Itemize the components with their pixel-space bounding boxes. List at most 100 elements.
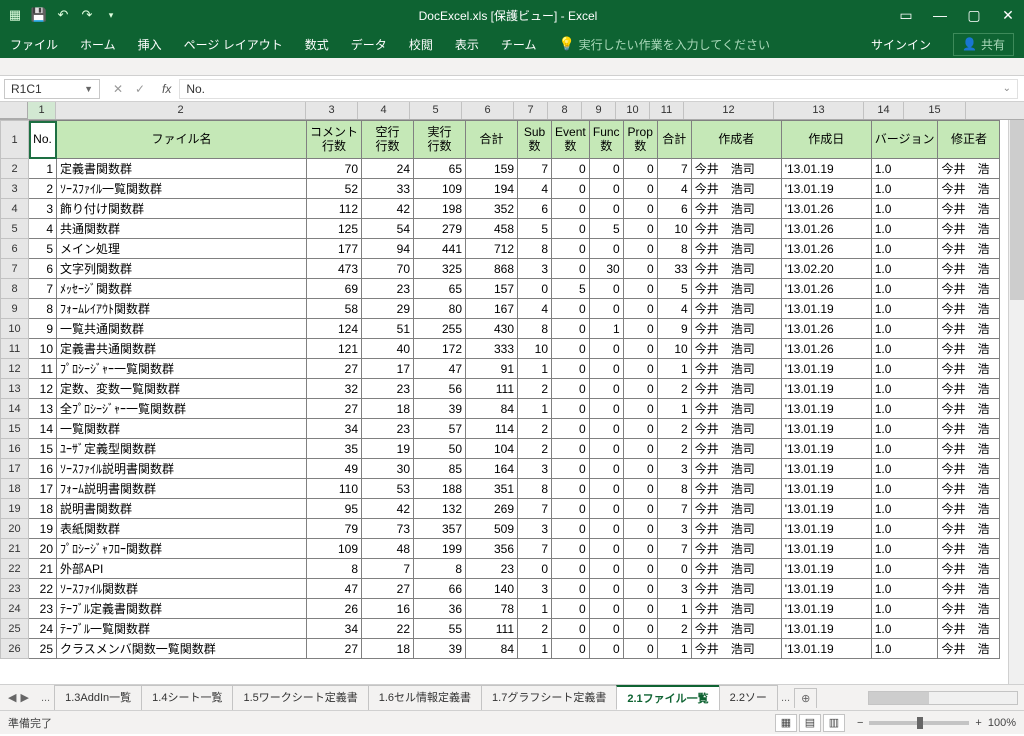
- cell[interactable]: 0: [552, 199, 590, 219]
- cell[interactable]: 8: [657, 479, 691, 499]
- cell[interactable]: 0: [589, 619, 623, 639]
- formula-expand-icon[interactable]: ⌄: [1003, 83, 1011, 94]
- column-header[interactable]: 2: [56, 102, 306, 119]
- cell[interactable]: '13.01.19: [781, 359, 871, 379]
- cell[interactable]: 今井 浩: [938, 439, 1000, 459]
- cell[interactable]: 56: [414, 379, 466, 399]
- cell[interactable]: 109: [414, 179, 466, 199]
- cell[interactable]: 1.0: [871, 519, 938, 539]
- column-header[interactable]: 5: [410, 102, 462, 119]
- cell[interactable]: 1.0: [871, 619, 938, 639]
- cell[interactable]: 0: [623, 319, 657, 339]
- cell[interactable]: 8: [518, 479, 552, 499]
- cell[interactable]: 0: [552, 379, 590, 399]
- cell[interactable]: 125: [307, 219, 362, 239]
- cell[interactable]: 84: [466, 399, 518, 419]
- cell[interactable]: 説明書関数群: [57, 499, 307, 519]
- cell[interactable]: 1.0: [871, 459, 938, 479]
- header-cell[interactable]: バージョン: [871, 121, 938, 159]
- cell[interactable]: 65: [414, 279, 466, 299]
- row-header[interactable]: 22: [1, 559, 29, 579]
- cell[interactable]: 0: [623, 179, 657, 199]
- cell[interactable]: '13.01.19: [781, 559, 871, 579]
- cell[interactable]: 73: [362, 519, 414, 539]
- cell[interactable]: 0: [552, 239, 590, 259]
- column-header[interactable]: 3: [306, 102, 358, 119]
- cell[interactable]: 0: [623, 259, 657, 279]
- cell[interactable]: 2: [657, 439, 691, 459]
- cell[interactable]: 7: [362, 559, 414, 579]
- cell[interactable]: 14: [29, 419, 57, 439]
- tab-insert[interactable]: 挿入: [138, 36, 162, 53]
- cell[interactable]: 飾り付け関数群: [57, 199, 307, 219]
- cell[interactable]: 共通関数群: [57, 219, 307, 239]
- cell[interactable]: 30: [589, 259, 623, 279]
- cell[interactable]: 32: [307, 379, 362, 399]
- cell[interactable]: 今井 浩: [938, 479, 1000, 499]
- cell[interactable]: 1.0: [871, 319, 938, 339]
- cell[interactable]: 23: [466, 559, 518, 579]
- cell[interactable]: 今井 浩司: [691, 339, 781, 359]
- cell[interactable]: 今井 浩: [938, 619, 1000, 639]
- cell[interactable]: 188: [414, 479, 466, 499]
- sheet-tab[interactable]: 2.2ソー: [719, 685, 778, 710]
- cell[interactable]: 今井 浩: [938, 179, 1000, 199]
- cell[interactable]: 52: [307, 179, 362, 199]
- cell[interactable]: 2: [657, 379, 691, 399]
- cell[interactable]: 30: [362, 459, 414, 479]
- cell[interactable]: 4: [518, 299, 552, 319]
- sheet-tab[interactable]: 1.3AddIn一覧: [54, 685, 142, 710]
- header-cell[interactable]: Sub数: [518, 121, 552, 159]
- cell[interactable]: 0: [518, 279, 552, 299]
- cell[interactable]: 0: [589, 379, 623, 399]
- cell[interactable]: 16: [362, 599, 414, 619]
- cell[interactable]: 1.0: [871, 359, 938, 379]
- cell[interactable]: 今井 浩: [938, 239, 1000, 259]
- cell[interactable]: 65: [414, 159, 466, 179]
- tab-team[interactable]: チーム: [501, 36, 537, 53]
- row-header[interactable]: 5: [1, 219, 29, 239]
- horizontal-scrollbar[interactable]: [816, 691, 1024, 705]
- tab-home[interactable]: ホーム: [80, 36, 116, 53]
- minimize-icon[interactable]: —: [930, 7, 950, 23]
- zoom-out-icon[interactable]: −: [857, 717, 863, 729]
- tab-review[interactable]: 校閲: [409, 36, 433, 53]
- cell[interactable]: 3: [29, 199, 57, 219]
- cell[interactable]: 0: [623, 639, 657, 659]
- cell[interactable]: 今井 浩司: [691, 259, 781, 279]
- column-header[interactable]: 1: [28, 102, 56, 119]
- cell[interactable]: 20: [29, 539, 57, 559]
- cell[interactable]: 132: [414, 499, 466, 519]
- header-cell[interactable]: 合計: [657, 121, 691, 159]
- cell[interactable]: 0: [552, 299, 590, 319]
- cell[interactable]: 0: [552, 619, 590, 639]
- cell[interactable]: 48: [362, 539, 414, 559]
- cell[interactable]: 0: [623, 559, 657, 579]
- header-cell[interactable]: 作成者: [691, 121, 781, 159]
- cell[interactable]: 10: [29, 339, 57, 359]
- cell[interactable]: '13.01.19: [781, 379, 871, 399]
- cell[interactable]: 85: [414, 459, 466, 479]
- cell[interactable]: ﾌﾟﾛｼｰｼﾞｬﾌﾛｰ関数群: [57, 539, 307, 559]
- cell[interactable]: 0: [623, 279, 657, 299]
- cell[interactable]: 199: [414, 539, 466, 559]
- cell[interactable]: 42: [362, 199, 414, 219]
- cell[interactable]: '13.01.19: [781, 499, 871, 519]
- tab-nav-prev-icon[interactable]: ◀: [8, 691, 16, 704]
- cell[interactable]: 0: [589, 339, 623, 359]
- cell[interactable]: 今井 浩司: [691, 559, 781, 579]
- cell[interactable]: 49: [307, 459, 362, 479]
- header-cell[interactable]: 修正者: [938, 121, 1000, 159]
- cell[interactable]: '13.01.19: [781, 599, 871, 619]
- cell[interactable]: 29: [362, 299, 414, 319]
- row-header[interactable]: 17: [1, 459, 29, 479]
- cell[interactable]: 1.0: [871, 539, 938, 559]
- cell[interactable]: 今井 浩司: [691, 599, 781, 619]
- cell[interactable]: 0: [589, 559, 623, 579]
- cell[interactable]: 1: [29, 159, 57, 179]
- cell[interactable]: 0: [552, 439, 590, 459]
- row-header[interactable]: 3: [1, 179, 29, 199]
- cell[interactable]: 0: [623, 439, 657, 459]
- cell[interactable]: 325: [414, 259, 466, 279]
- header-cell[interactable]: Prop数: [623, 121, 657, 159]
